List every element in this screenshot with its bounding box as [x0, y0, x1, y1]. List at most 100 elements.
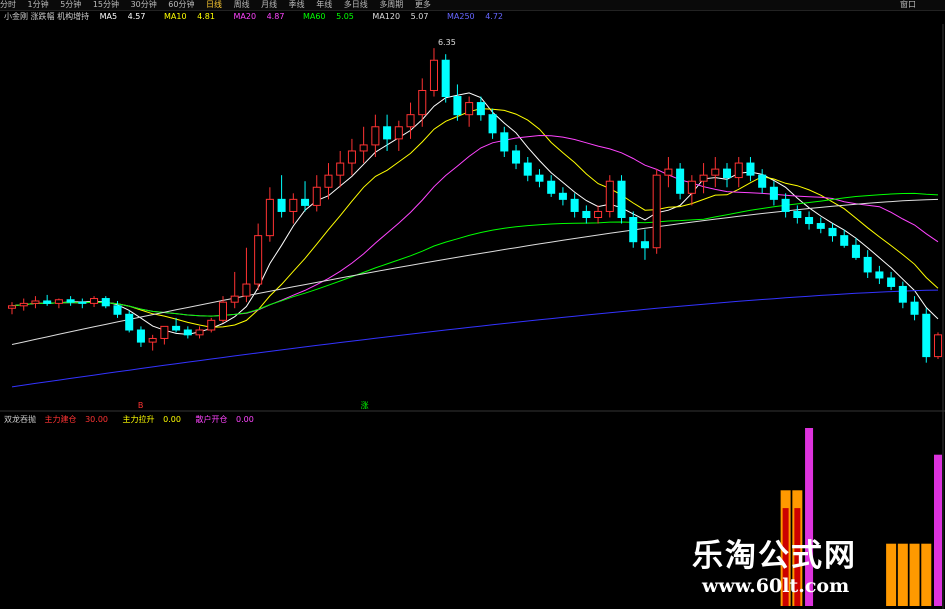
candle-body	[90, 298, 99, 304]
period-tab[interactable]: 5分钟	[60, 0, 81, 10]
candle-body	[441, 59, 450, 98]
candle	[687, 175, 696, 206]
period-tab-more[interactable]: 更多	[415, 0, 431, 10]
candle	[512, 144, 521, 170]
candle-body	[43, 300, 52, 304]
candle-body	[922, 313, 931, 358]
candle	[734, 157, 743, 188]
candle	[429, 48, 438, 97]
candle-body	[230, 295, 239, 303]
candle	[558, 187, 567, 206]
period-tab[interactable]: 1分钟	[28, 0, 49, 10]
candle	[78, 298, 87, 309]
period-tab[interactable]: 多日线	[344, 0, 368, 10]
period-tab[interactable]: 年线	[316, 0, 332, 10]
candle-body	[898, 285, 907, 303]
period-tab[interactable]: 60分钟	[168, 0, 194, 10]
ma60-line	[11, 192, 939, 317]
candle-body	[113, 305, 122, 315]
candle	[347, 138, 356, 176]
watermark-url: www.60lt.com	[702, 575, 850, 597]
period-tab[interactable]: 30分钟	[131, 0, 157, 10]
period-tab[interactable]: 月线	[261, 0, 277, 10]
candle-body	[7, 305, 17, 309]
candle	[66, 296, 75, 306]
period-tab[interactable]: 多周期	[379, 0, 403, 10]
candle	[523, 157, 532, 182]
candle	[7, 302, 17, 315]
ma-legend-item: MA20 4.87	[233, 12, 285, 21]
candle-body	[746, 162, 755, 176]
candle	[500, 126, 509, 158]
candle	[183, 326, 192, 339]
candle-body	[629, 217, 638, 243]
ma10-line	[11, 108, 939, 328]
candle-body	[66, 299, 75, 303]
candle-body	[19, 302, 28, 307]
indicator-item: 散户开仓 0.00	[195, 415, 254, 424]
candle-body	[512, 150, 521, 164]
candle	[676, 163, 685, 200]
candle-body	[523, 162, 532, 176]
window-menu[interactable]: 窗口	[900, 0, 916, 10]
candle-body	[242, 283, 251, 297]
candle-body	[383, 126, 392, 140]
candle	[31, 296, 40, 309]
candle-body	[265, 198, 274, 237]
candle	[582, 205, 591, 224]
candle-body	[406, 114, 415, 128]
candle	[863, 250, 872, 278]
candle	[19, 298, 28, 311]
candle	[805, 211, 814, 230]
candle	[746, 157, 755, 182]
indicator-bar-orange	[921, 543, 932, 606]
ma20-line	[11, 134, 939, 317]
indicator-item: 主力拉升 0.00	[122, 415, 181, 424]
candle-body	[418, 89, 427, 116]
candle	[160, 325, 169, 345]
candle	[218, 296, 228, 323]
high-price-label: 6.35	[438, 38, 456, 47]
candle-body	[758, 174, 767, 188]
candle	[640, 229, 649, 260]
period-tab-daily[interactable]: 日线	[206, 0, 222, 10]
period-tab[interactable]: 季线	[289, 0, 305, 10]
candle	[113, 300, 122, 318]
candle-body	[289, 198, 298, 212]
candle-body	[640, 241, 649, 249]
candle-body	[840, 235, 849, 246]
candle	[418, 78, 427, 127]
candle-body	[207, 319, 216, 331]
candle-body	[910, 301, 919, 315]
candle-body	[851, 244, 860, 258]
candle	[406, 102, 415, 139]
indicator-item: 主力建仓 30.00	[44, 415, 108, 424]
period-tab[interactable]: 15分钟	[93, 0, 119, 10]
candle	[875, 265, 884, 285]
candle	[629, 211, 638, 248]
candle-body	[136, 329, 145, 343]
candle-body	[54, 299, 63, 304]
ma-legend-title: 小金刚 涨跌幅 机构增持	[4, 12, 90, 21]
candle	[594, 205, 603, 224]
kline-chart[interactable]: 6.35	[0, 0, 945, 609]
signal-marker: B	[137, 401, 144, 410]
ma-legend-item: MA60 5.05	[302, 12, 354, 21]
indicator-bar-orange	[897, 543, 908, 606]
ma-legend-item: MA250 4.72	[446, 12, 503, 21]
candle	[617, 175, 626, 224]
period-tab[interactable]: 分时	[0, 0, 16, 10]
candle-body	[488, 114, 497, 134]
watermark-title: 乐淘公式网	[692, 538, 857, 574]
candle-body	[453, 96, 462, 116]
candle-body	[500, 132, 509, 152]
candle-body	[312, 186, 321, 206]
period-tab[interactable]: 周线	[234, 0, 250, 10]
ma250-line	[11, 289, 939, 388]
candle-body	[277, 198, 286, 212]
candle	[172, 317, 181, 333]
candle-body	[101, 298, 110, 307]
candle-body	[125, 313, 134, 331]
candle	[711, 157, 720, 188]
indicator-bar-orange	[886, 543, 897, 606]
